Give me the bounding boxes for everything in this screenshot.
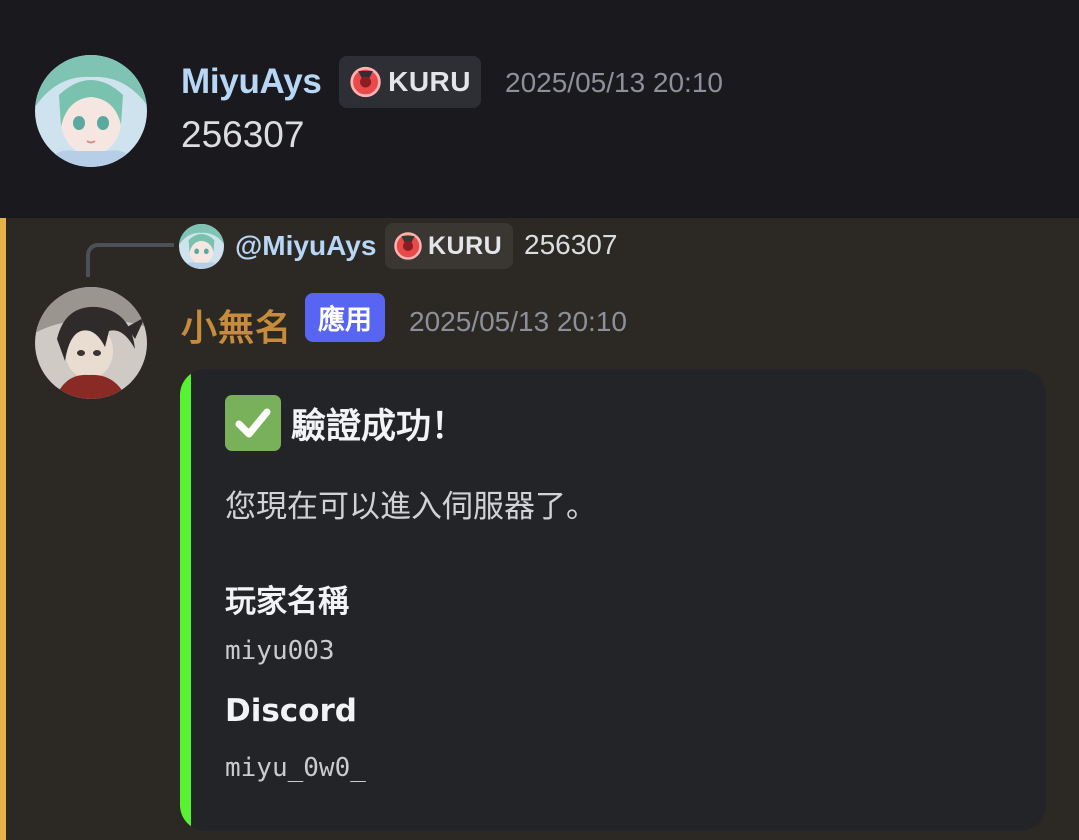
anime-avatar-dark-hair-icon	[35, 287, 147, 399]
reply-server-tag-label: KURU	[428, 231, 503, 260]
timestamp: 2025/05/13 20:10	[505, 67, 723, 98]
server-tag[interactable]: KURU	[339, 56, 481, 108]
embed-field-name: 玩家名稱	[225, 584, 349, 619]
embed-field-name: Discord	[225, 693, 357, 729]
embed-color-bar	[180, 369, 191, 831]
reply-preview[interactable]: 256307	[524, 229, 617, 261]
reply-connector	[86, 243, 174, 277]
author-name[interactable]: 小無名	[181, 299, 292, 351]
anime-avatar-green-hair-icon	[179, 224, 224, 269]
server-tag-label: KURU	[388, 66, 471, 97]
reply-avatar[interactable]	[179, 224, 224, 269]
kuru-icon	[350, 66, 381, 98]
reply-mention[interactable]: @MiyuAys	[235, 230, 376, 262]
timestamp: 2025/05/13 20:10	[409, 306, 627, 337]
message-1: MiyuAys KURU 2025/05/13 20:10 256307	[0, 0, 1079, 218]
anime-avatar-green-hair-icon	[35, 55, 147, 167]
embed: 驗證成功！ 您現在可以進入伺服器了。 玩家名稱 miyu003 Discord …	[180, 369, 1046, 831]
app-badge: 應用	[305, 293, 385, 342]
embed-field-value: miyu003	[225, 636, 335, 666]
avatar-bot[interactable]	[35, 287, 147, 399]
mention-highlight-stripe	[0, 218, 6, 840]
embed-field-value: miyu_0w0_	[225, 753, 366, 783]
check-mark-icon	[225, 395, 281, 451]
avatar-miyuays[interactable]	[35, 55, 147, 167]
embed-title: 驗證成功！	[291, 406, 467, 446]
embed-title-row: 驗證成功！	[225, 395, 466, 451]
reply-server-tag[interactable]: KURU	[385, 223, 513, 269]
message-2: @MiyuAys KURU 256307 小無名 應用 2025/05/13 2…	[0, 218, 1079, 840]
kuru-icon	[394, 232, 422, 260]
author-name[interactable]: MiyuAys	[181, 62, 322, 102]
message-content: 256307	[181, 114, 305, 155]
embed-description: 您現在可以進入伺服器了。	[225, 489, 597, 524]
